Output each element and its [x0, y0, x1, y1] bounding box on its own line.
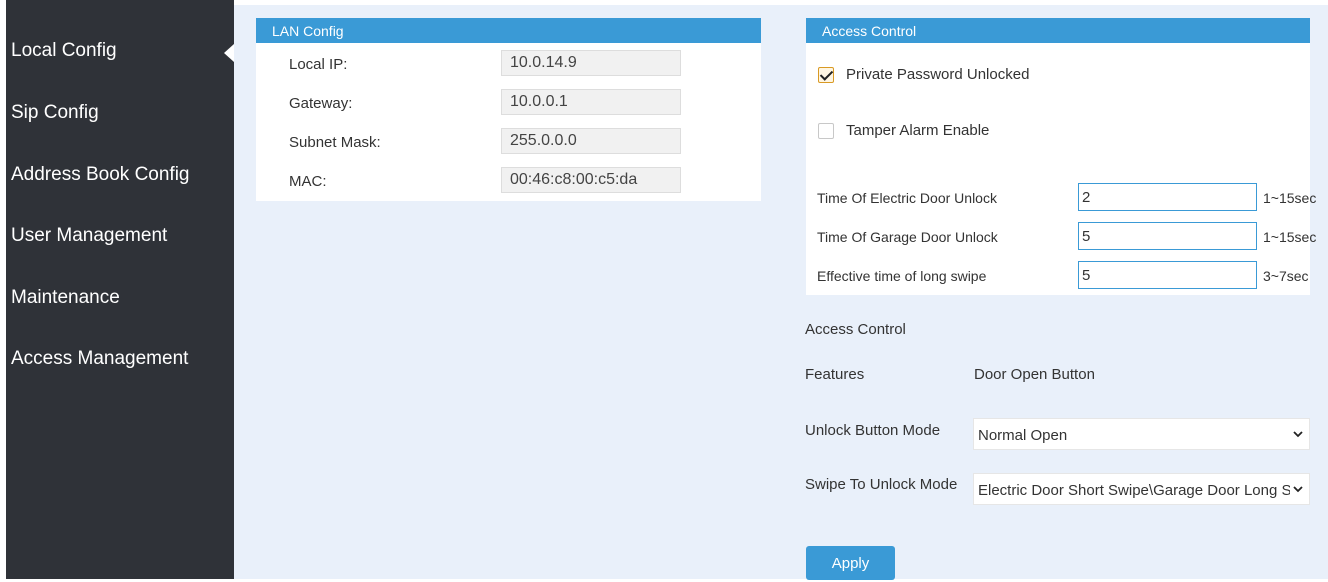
swipe-unlock-mode-value: Electric Door Short Swipe\Garage Door Lo… — [978, 482, 1290, 499]
active-indicator-icon — [224, 44, 234, 62]
sidebar-item-maintenance[interactable]: Maintenance — [6, 279, 234, 319]
unlock-button-mode-select[interactable]: Normal Open — [973, 418, 1310, 450]
private-password-label: Private Password Unlocked — [846, 66, 1030, 83]
sidebar-item-sip-config[interactable]: Sip Config — [6, 94, 234, 134]
garage-door-unlock-unit: 1~15sec — [1263, 229, 1317, 245]
sidebar-item-label: Local Config — [11, 40, 117, 61]
long-swipe-label: Effective time of long swipe — [817, 268, 987, 284]
chevron-down-icon — [1293, 431, 1303, 438]
swipe-unlock-mode-label: Swipe To Unlock Mode — [805, 476, 958, 493]
long-swipe-unit: 3~7sec — [1263, 268, 1309, 284]
sidebar: Local Config Sip Config Address Book Con… — [6, 0, 234, 579]
mac-field: 00:46:c8:00:c5:da — [501, 167, 681, 193]
access-control-section-label: Access Control — [805, 321, 906, 338]
sidebar-item-access-management[interactable]: Access Management — [6, 340, 234, 380]
top-strip — [234, 0, 1328, 5]
sidebar-item-label: Access Management — [11, 348, 189, 369]
access-control-panel: Access Control — [806, 18, 1310, 295]
garage-door-unlock-label: Time Of Garage Door Unlock — [817, 229, 998, 245]
tamper-alarm-checkbox[interactable] — [818, 123, 834, 139]
unlock-button-mode-value: Normal Open — [978, 427, 1068, 444]
access-control-header: Access Control — [806, 18, 1310, 43]
subnet-mask-field: 255.0.0.0 — [501, 128, 681, 154]
garage-door-unlock-input[interactable] — [1078, 222, 1257, 250]
features-label: Features — [805, 366, 865, 383]
tamper-alarm-label: Tamper Alarm Enable — [846, 122, 990, 139]
electric-door-unlock-input[interactable] — [1078, 183, 1257, 211]
local-ip-field: 10.0.14.9 — [501, 50, 681, 76]
sidebar-item-label: User Management — [11, 225, 168, 246]
sidebar-item-address-book-config[interactable]: Address Book Config — [6, 156, 234, 196]
sidebar-item-label: Sip Config — [11, 102, 99, 123]
local-ip-label: Local IP: — [289, 56, 348, 73]
features-value: Door Open Button — [974, 366, 1095, 383]
access-control-title: Access Control — [822, 23, 917, 39]
subnet-mask-label: Subnet Mask: — [289, 134, 381, 151]
mac-label: MAC: — [289, 173, 327, 190]
swipe-unlock-mode-select[interactable]: Electric Door Short Swipe\Garage Door Lo… — [973, 473, 1310, 505]
sidebar-item-label: Maintenance — [11, 287, 120, 308]
long-swipe-input[interactable] — [1078, 261, 1257, 289]
gateway-field: 10.0.0.1 — [501, 89, 681, 115]
electric-door-unlock-label: Time Of Electric Door Unlock — [817, 190, 997, 206]
chevron-down-icon — [1293, 486, 1303, 493]
sidebar-item-label: Address Book Config — [11, 164, 190, 185]
sidebar-item-user-management[interactable]: User Management — [6, 217, 234, 257]
private-password-checkbox[interactable] — [818, 67, 834, 83]
electric-door-unlock-unit: 1~15sec — [1263, 190, 1317, 206]
unlock-button-mode-label: Unlock Button Mode — [805, 422, 941, 439]
gateway-label: Gateway: — [289, 95, 353, 112]
lan-config-header: LAN Config — [256, 18, 761, 43]
lan-config-title: LAN Config — [272, 23, 344, 39]
sidebar-item-local-config[interactable]: Local Config — [6, 32, 234, 72]
apply-button[interactable]: Apply — [806, 546, 895, 580]
